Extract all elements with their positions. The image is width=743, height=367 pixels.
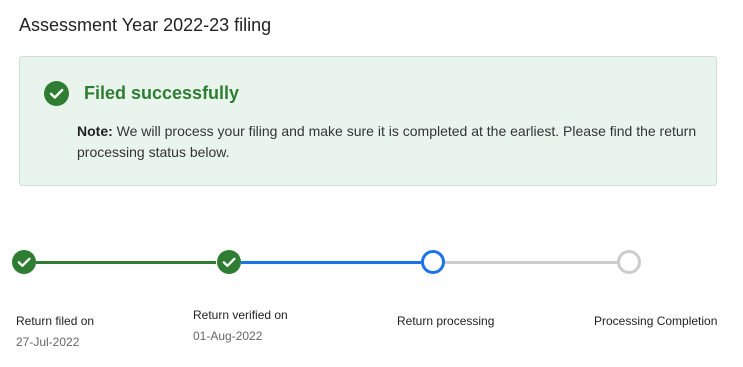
step-2-date: 01-Aug-2022 bbox=[193, 329, 263, 343]
step-1-label: Return filed on bbox=[16, 314, 95, 328]
step-2-label: Return verified on bbox=[193, 308, 288, 322]
step-3-label: Return processing bbox=[397, 314, 495, 328]
step-1-check-icon bbox=[12, 250, 36, 274]
note-text: We will process your filing and make sur… bbox=[77, 123, 697, 160]
note-label: Note: bbox=[77, 123, 113, 139]
check-circle-icon bbox=[44, 81, 69, 106]
notice-note: Note: We will process your filing and ma… bbox=[77, 121, 707, 163]
page-title: Assessment Year 2022-23 filing bbox=[19, 15, 272, 35]
step-3-active-indicator bbox=[421, 250, 445, 274]
step-2-check-icon bbox=[217, 250, 241, 274]
step-4-pending-indicator bbox=[617, 250, 641, 274]
notice-heading: Filed successfully bbox=[84, 83, 240, 103]
step-1-date: 27-Jul-2022 bbox=[16, 335, 80, 349]
progress-connector-2 bbox=[241, 261, 421, 264]
filing-status-page: Assessment Year 2022-23 filing Filed suc… bbox=[0, 0, 743, 367]
step-4-label: Processing Completion bbox=[594, 314, 718, 328]
progress-connector-3 bbox=[445, 261, 617, 264]
progress-connector-1 bbox=[36, 261, 216, 264]
success-notice: Filed successfully Note: We will process… bbox=[19, 56, 717, 186]
